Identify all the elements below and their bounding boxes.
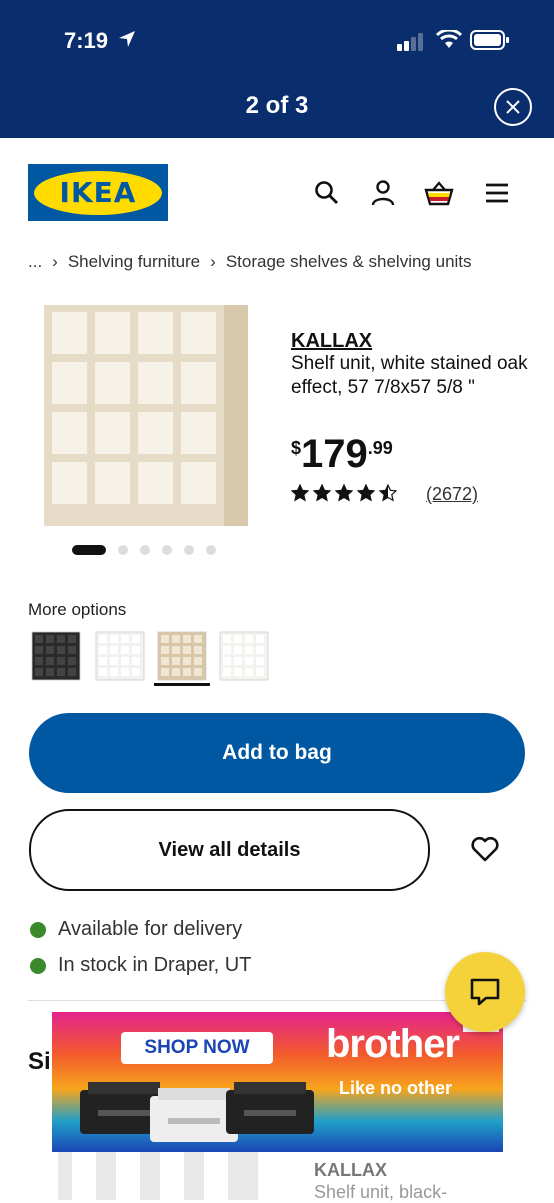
reviews-count[interactable]: (2672): [426, 484, 478, 505]
logo-text: IKEA: [34, 170, 162, 215]
add-to-bag-button[interactable]: Add to bag: [29, 713, 525, 793]
color-option-swatch[interactable]: [218, 630, 270, 682]
availability-store-text: In stock in Draper, UT: [58, 954, 252, 976]
price-main: 179: [301, 432, 368, 476]
ad-tagline: Like no other: [339, 1078, 453, 1098]
breadcrumb: ... › Shelving furniture › Storage shelv…: [28, 252, 472, 272]
star-icon: [379, 484, 397, 502]
heart-icon[interactable]: [470, 834, 500, 864]
ad-brand-text: brother: [326, 1022, 460, 1066]
price-cents: .99: [367, 438, 393, 458]
carousel-dot[interactable]: [184, 545, 194, 555]
ikea-logo[interactable]: IKEA: [28, 164, 168, 221]
image-carousel-dots[interactable]: [72, 545, 216, 555]
breadcrumb-storage-shelves[interactable]: Storage shelves & shelving units: [226, 252, 472, 272]
section-heading-partial: Si: [28, 1048, 51, 1075]
breadcrumb-shelving-furniture[interactable]: Shelving furniture: [68, 252, 200, 272]
price-currency: $: [291, 438, 302, 458]
carousel-dot[interactable]: [72, 545, 106, 555]
view-all-details-button[interactable]: View all details: [29, 809, 430, 891]
star-icon: [335, 484, 353, 502]
search-button[interactable]: [312, 178, 342, 208]
chevron-right-icon: ›: [52, 252, 58, 271]
battery-icon: [470, 30, 509, 50]
user-icon: [371, 180, 395, 206]
account-button[interactable]: [368, 178, 398, 208]
availability-delivery: Available for delivery: [30, 918, 242, 941]
carousel-dot[interactable]: [206, 545, 216, 555]
ad-shop-now-button[interactable]: SHOP NOW: [121, 1032, 273, 1064]
carousel-dot[interactable]: [140, 545, 150, 555]
hamburger-menu-icon: [486, 183, 508, 203]
printer-image: [226, 1082, 314, 1134]
next-product-name[interactable]: KALLAX: [314, 1160, 387, 1181]
chat-button[interactable]: [445, 952, 525, 1032]
viewer-header: 7:19 2 of 3: [0, 0, 554, 138]
cellular-signal-icon: [397, 33, 423, 51]
selected-option-indicator: [154, 683, 210, 686]
image-counter: 2 of 3: [245, 92, 309, 119]
ad-banner[interactable]: ▷ ⋮ SHOP NOW brother Like no other: [52, 1012, 503, 1152]
rating-stars: [291, 484, 397, 502]
chat-icon: [470, 978, 500, 1006]
menu-button[interactable]: [482, 178, 512, 208]
more-options-label: More options: [28, 600, 127, 619]
breadcrumb-ellipsis[interactable]: ...: [28, 252, 42, 272]
color-option-swatch[interactable]: [94, 630, 146, 682]
search-icon: [315, 181, 338, 204]
shopping-basket-icon: [424, 181, 454, 206]
status-dot-icon: [30, 957, 46, 974]
availability-store[interactable]: In stock in Draper, UT: [30, 954, 251, 977]
status-time: 7:19: [64, 28, 109, 53]
wifi-icon: [436, 30, 462, 48]
location-arrow-icon: [119, 31, 135, 47]
status-dot-icon: [30, 921, 46, 938]
carousel-dot[interactable]: [118, 545, 128, 555]
availability-delivery-text: Available for delivery: [58, 918, 243, 940]
close-button[interactable]: [494, 88, 532, 126]
color-option-swatch[interactable]: [30, 630, 82, 682]
product-name[interactable]: KALLAX: [291, 330, 372, 353]
color-option-swatch[interactable]: [156, 630, 208, 682]
close-icon: [506, 100, 520, 114]
product-price: $ 179 .99: [291, 432, 393, 476]
product-image[interactable]: [30, 300, 260, 530]
carousel-dot[interactable]: [162, 545, 172, 555]
chevron-right-icon: ›: [210, 252, 216, 271]
shopping-bag-button[interactable]: [424, 178, 454, 208]
star-icon: [313, 484, 331, 502]
star-icon: [357, 484, 375, 502]
star-icon: [291, 484, 309, 502]
next-product-image[interactable]: [58, 1152, 258, 1200]
product-description: Shelf unit, white stained oak effect, 57…: [291, 353, 528, 398]
